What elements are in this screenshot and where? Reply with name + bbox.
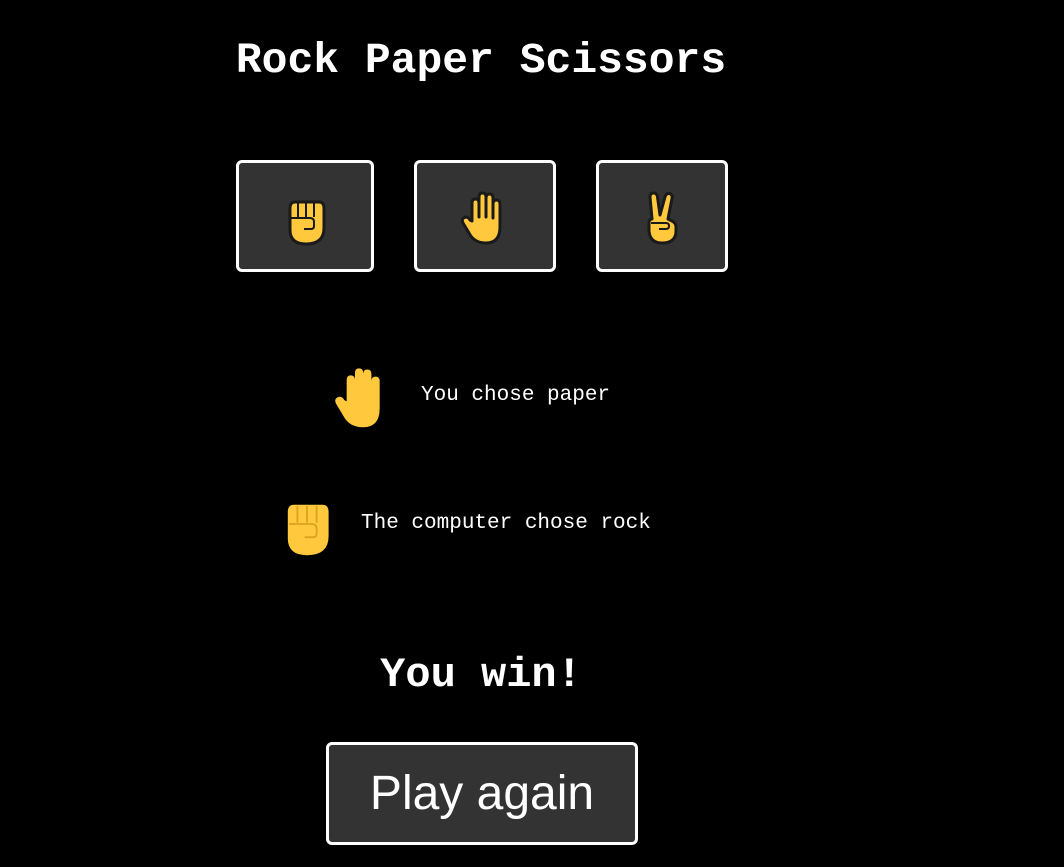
raised-hand-icon: [332, 366, 392, 437]
paper-button[interactable]: [414, 160, 556, 272]
rock-button[interactable]: [236, 160, 374, 272]
play-again-button[interactable]: Play again: [326, 742, 638, 845]
raised-hand-icon: [460, 185, 510, 247]
raised-fist-icon: [280, 500, 334, 565]
player-choice-text: You chose paper: [421, 384, 611, 407]
victory-hand-icon: [642, 185, 682, 247]
computer-choice-text: The computer chose rock: [361, 512, 651, 535]
page-title: Rock Paper Scissors: [235, 36, 727, 85]
raised-fist-icon: [282, 184, 328, 248]
outcome-text: You win!: [380, 651, 582, 699]
scissors-button[interactable]: [596, 160, 728, 272]
